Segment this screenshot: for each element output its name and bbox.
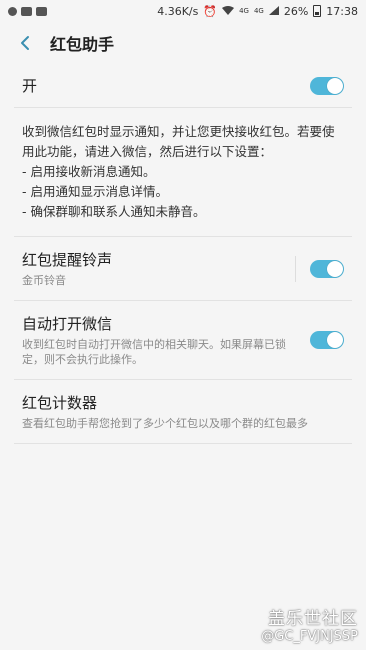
- setting-ringtone-text: 红包提醒铃声 金币铃音: [22, 249, 295, 288]
- description: 收到微信红包时显示通知，并让您更快接收红包。若要使用此功能，请进入微信，然后进行…: [14, 108, 352, 237]
- master-toggle[interactable]: [310, 76, 344, 95]
- signal2-label: 4G: [253, 7, 264, 15]
- master-switch-label: 开: [22, 77, 38, 95]
- back-button[interactable]: [16, 34, 34, 52]
- watermark: 盖乐世社区 @GC_FVJNJSSP: [261, 604, 358, 644]
- notification-icon: [8, 6, 17, 16]
- wifi-icon: [222, 5, 235, 18]
- battery-icon: [313, 5, 322, 17]
- toggle-knob: [327, 77, 343, 94]
- setting-ringtone[interactable]: 红包提醒铃声 金币铃音: [14, 237, 352, 301]
- net-speed: 4.36K/s: [157, 4, 199, 18]
- ringtone-toggle[interactable]: [310, 259, 344, 278]
- setting-counter-title: 红包计数器: [22, 394, 98, 412]
- setting-ringtone-title: 红包提醒铃声: [22, 251, 113, 269]
- description-intro: 收到微信红包时显示通知，并让您更快接收红包。若要使用此功能，请进入微信，然后进行…: [22, 124, 335, 159]
- signal1-label: 4G: [239, 7, 249, 15]
- status-indicators: 4.36K/s ⏰ 4G 4G 26% 17:38: [157, 5, 358, 18]
- image-icon: [36, 6, 47, 16]
- status-bar: 4.36K/s ⏰ 4G 4G 26% 17:38: [0, 0, 366, 22]
- app-bar: 红包助手: [0, 22, 366, 64]
- toggle-knob: [327, 332, 343, 348]
- alarm-icon: ⏰: [203, 4, 218, 18]
- description-step-1: - 启用接收新消息通知。: [22, 164, 156, 179]
- description-step-2: - 启用通知显示消息详情。: [22, 184, 168, 199]
- back-arrow-icon: [21, 36, 29, 50]
- setting-auto-open-text: 自动打开微信 收到红包时自动打开微信中的相关聊天。如果屏幕已锁定，则不会执行此操…: [22, 313, 310, 367]
- setting-counter-subtitle: 查看红包助手帮您抢到了多少个红包以及哪个群的红包最多: [22, 417, 308, 430]
- setting-ringtone-subtitle: 金币铃音: [22, 274, 66, 287]
- setting-counter[interactable]: 红包计数器 查看红包助手帮您抢到了多少个红包以及哪个群的红包最多: [14, 380, 352, 444]
- setting-auto-open-subtitle: 收到红包时自动打开微信中的相关聊天。如果屏幕已锁定，则不会执行此操作。: [22, 338, 286, 366]
- master-switch-row[interactable]: 开: [14, 64, 352, 108]
- clock: 17:38: [326, 4, 358, 18]
- status-notifications: [8, 6, 47, 16]
- battery-percent: 26%: [283, 4, 309, 18]
- page-title: 红包助手: [50, 35, 115, 54]
- setting-auto-open-title: 自动打开微信: [22, 315, 113, 333]
- setting-counter-text: 红包计数器 查看红包助手帮您抢到了多少个红包以及哪个群的红包最多: [22, 392, 344, 431]
- toggle-knob: [327, 260, 343, 277]
- wechat-icon: [21, 6, 32, 16]
- divider: [295, 255, 296, 282]
- setting-auto-open[interactable]: 自动打开微信 收到红包时自动打开微信中的相关聊天。如果屏幕已锁定，则不会执行此操…: [14, 301, 352, 380]
- auto-open-toggle[interactable]: [310, 331, 344, 349]
- watermark-brand: 盖乐世社区: [268, 609, 358, 629]
- description-step-3: - 确保群聊和联系人通知未静音。: [22, 204, 206, 219]
- watermark-handle: @GC_FVJNJSSP: [261, 629, 358, 644]
- signal-icon: [268, 5, 279, 18]
